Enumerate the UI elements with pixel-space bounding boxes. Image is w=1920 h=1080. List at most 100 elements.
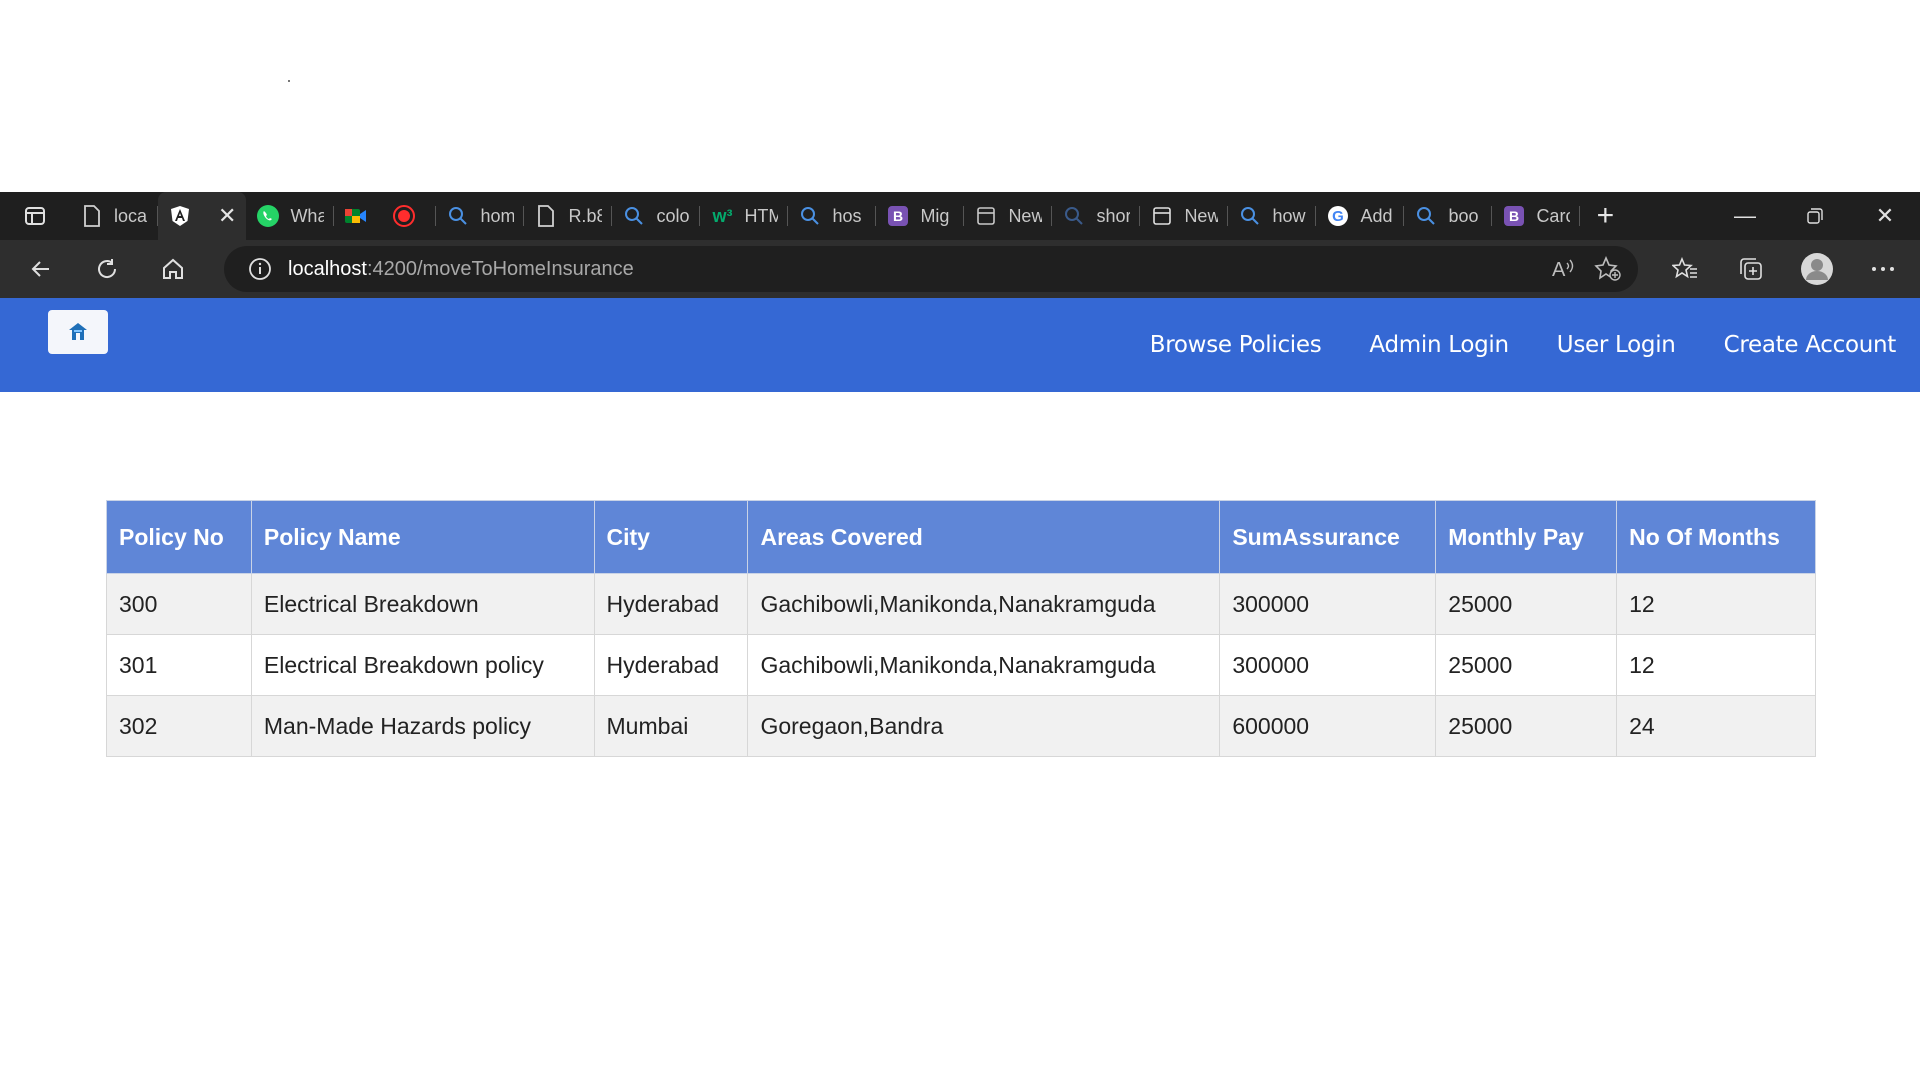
search-icon <box>1414 204 1438 228</box>
tab-label: loca <box>114 205 148 226</box>
nav-user-login[interactable]: User Login <box>1557 332 1676 358</box>
tab-4[interactable]: hom <box>436 192 525 240</box>
close-window-icon[interactable]: ✕ <box>1850 192 1920 240</box>
cell-city: Hyderabad <box>593 634 749 696</box>
cell-sum-assurance: 300000 <box>1219 634 1437 696</box>
tab-label: New <box>1008 205 1043 226</box>
tab-0[interactable]: loca <box>70 192 158 240</box>
url-host: localhost <box>288 257 367 280</box>
collections-button[interactable] <box>1718 240 1784 298</box>
tab-1-active[interactable]: ✕ <box>158 192 247 240</box>
tab-label: Mig <box>920 205 950 226</box>
tab-16[interactable]: B Carc <box>1492 192 1581 240</box>
tab-9[interactable]: B Mig <box>876 192 965 240</box>
tab-label: Carc <box>1536 205 1571 226</box>
policies-table-container: Policy No Policy Name City Areas Covered… <box>106 500 1816 757</box>
profile-button[interactable] <box>1784 240 1850 298</box>
svg-text:A: A <box>1552 259 1566 281</box>
read-aloud-icon[interactable]: A <box>1550 257 1576 281</box>
tab-13[interactable]: how <box>1228 192 1317 240</box>
tab-label: hom <box>480 205 515 226</box>
col-no-of-months: No Of Months <box>1616 500 1816 574</box>
tab-5[interactable]: R.b8 <box>524 192 613 240</box>
home-icon <box>163 258 183 279</box>
tab-actions-button[interactable] <box>0 192 70 240</box>
reload-button[interactable] <box>74 240 140 298</box>
tab-2[interactable]: Wha <box>246 192 335 240</box>
policies-table: Policy No Policy Name City Areas Covered… <box>106 500 1816 757</box>
cell-policy-name: Electrical Breakdown <box>250 573 595 635</box>
cell-monthly-pay: 25000 <box>1435 573 1618 635</box>
svg-text:B: B <box>893 208 903 224</box>
cell-no-of-months: 12 <box>1616 573 1816 635</box>
main-nav: Browse Policies Admin Login User Login C… <box>1150 332 1897 358</box>
add-favorite-icon[interactable] <box>1594 256 1622 282</box>
tab-label: R.b8 <box>568 205 603 226</box>
table-row: 302 Man-Made Hazards policy Mumbai Goreg… <box>106 695 1816 757</box>
search-icon <box>1238 204 1262 228</box>
tab-7[interactable]: w³ HTM <box>700 192 789 240</box>
table-header-row: Policy No Policy Name City Areas Covered… <box>106 500 1816 574</box>
restore-icon[interactable] <box>1780 192 1850 240</box>
cell-policy-name: Man-Made Hazards policy <box>250 695 595 757</box>
table-row: 301 Electrical Breakdown policy Hyderaba… <box>106 634 1816 696</box>
favorites-button[interactable] <box>1652 240 1718 298</box>
angular-icon <box>168 204 192 228</box>
tab-label: colo <box>656 205 690 226</box>
tab-15[interactable]: boo <box>1404 192 1493 240</box>
tab-label: how <box>1272 205 1306 226</box>
minimize-icon[interactable]: — <box>1710 192 1780 240</box>
close-tab-icon[interactable]: ✕ <box>218 203 236 229</box>
tab-label: New <box>1184 205 1219 226</box>
home-button[interactable] <box>140 240 206 298</box>
nav-create-account[interactable]: Create Account <box>1724 332 1897 358</box>
more-button[interactable] <box>1850 240 1916 298</box>
col-monthly-pay: Monthly Pay <box>1435 500 1618 574</box>
cell-policy-no: 302 <box>106 695 252 757</box>
tab-14[interactable]: G Add <box>1316 192 1405 240</box>
tab-label: shor <box>1096 205 1131 226</box>
cell-no-of-months: 12 <box>1616 634 1816 696</box>
tab-3[interactable] <box>334 192 437 240</box>
search-icon <box>798 204 822 228</box>
tab-6[interactable]: colo <box>612 192 701 240</box>
tab-label: hos <box>832 205 862 226</box>
tab-12[interactable]: New <box>1140 192 1229 240</box>
browser-toolbar: localhost:4200/moveToHomeInsurance A <box>0 240 1920 298</box>
home-logo-button[interactable] <box>48 310 108 354</box>
nav-admin-login[interactable]: Admin Login <box>1369 332 1509 358</box>
meet-icon <box>344 204 368 228</box>
tab-10[interactable]: New <box>964 192 1053 240</box>
cell-monthly-pay: 25000 <box>1435 634 1618 696</box>
toolbar-right <box>1652 240 1916 298</box>
table-row: 300 Electrical Breakdown Hyderabad Gachi… <box>106 573 1816 635</box>
info-icon[interactable] <box>248 257 272 281</box>
tab-11[interactable]: shor <box>1052 192 1141 240</box>
cell-areas-covered: Gachibowli,Manikonda,Nanakramguda <box>747 573 1221 635</box>
tab-label: Add <box>1360 205 1393 226</box>
svg-text:G: G <box>1333 208 1345 225</box>
whatsapp-icon <box>256 204 280 228</box>
tab-label: boo <box>1448 205 1479 226</box>
nav-browse-policies[interactable]: Browse Policies <box>1150 332 1322 358</box>
cell-no-of-months: 24 <box>1616 695 1816 757</box>
col-city: City <box>593 500 749 574</box>
newtab-icon <box>1150 204 1174 228</box>
tab-actions-icon <box>25 207 45 225</box>
url-text[interactable]: localhost:4200/moveToHomeInsurance <box>288 258 634 281</box>
cell-policy-no: 300 <box>106 573 252 635</box>
url-path: :4200/moveToHomeInsurance <box>366 257 634 280</box>
new-tab-button[interactable]: + <box>1580 192 1630 240</box>
cell-sum-assurance: 300000 <box>1219 573 1437 635</box>
col-policy-no: Policy No <box>106 500 252 574</box>
col-policy-name: Policy Name <box>250 500 595 574</box>
avatar-icon <box>1801 253 1833 285</box>
cell-areas-covered: Gachibowli,Manikonda,Nanakramguda <box>747 634 1221 696</box>
back-button[interactable] <box>8 240 74 298</box>
cell-policy-no: 301 <box>106 634 252 696</box>
tab-8[interactable]: hos <box>788 192 877 240</box>
w3-icon: w³ <box>712 205 733 226</box>
address-bar[interactable]: localhost:4200/moveToHomeInsurance A <box>224 246 1638 292</box>
tab-strip: loca ✕ Wha hom R.b8 colo w³ HTM hos B Mi… <box>0 192 1920 240</box>
newtab-icon <box>974 204 998 228</box>
